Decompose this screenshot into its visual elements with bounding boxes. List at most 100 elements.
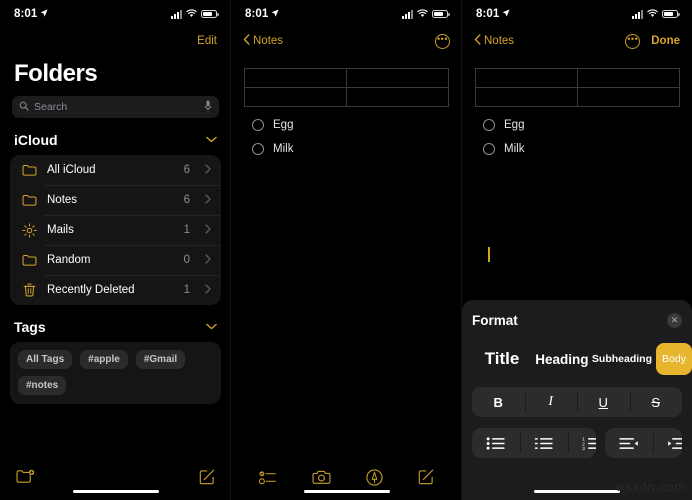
bold-button[interactable]: B	[472, 387, 525, 417]
style-heading-button[interactable]: Heading	[532, 343, 592, 375]
battery-icon	[432, 9, 450, 19]
sidebar-item-recently-deleted[interactable]: Recently Deleted 1	[10, 275, 221, 305]
style-body-button[interactable]: Body	[656, 343, 692, 375]
tags-section-header[interactable]: Tags	[0, 305, 231, 342]
note-table[interactable]	[244, 68, 449, 107]
new-folder-icon[interactable]	[16, 469, 35, 485]
sidebar-item-label: All iCloud	[47, 164, 96, 176]
tag-chip-all-tags[interactable]: All Tags	[18, 350, 73, 369]
status-bar: 8:01	[462, 0, 692, 28]
table-row[interactable]	[475, 87, 680, 107]
edit-button[interactable]: Edit	[197, 35, 217, 47]
list-item[interactable]: Milk	[244, 143, 449, 155]
markup-pen-icon[interactable]	[366, 468, 383, 486]
compose-note-icon[interactable]	[199, 469, 215, 485]
back-to-notes-button[interactable]: Notes	[243, 34, 283, 48]
status-bar: 8:01	[231, 0, 462, 28]
tag-chip-notes[interactable]: #notes	[18, 376, 67, 395]
outdent-icon[interactable]	[605, 428, 653, 458]
checklist-label: Milk	[504, 143, 525, 155]
table-cell[interactable]	[244, 87, 347, 107]
table-cell[interactable]	[475, 87, 578, 107]
tag-chip-gmail[interactable]: #Gmail	[135, 350, 186, 369]
numbered-list-icon[interactable]: 123	[568, 428, 596, 458]
svg-text:3: 3	[582, 446, 585, 450]
compose-note-icon[interactable]	[418, 469, 434, 485]
sidebar-item-count: 6	[183, 194, 190, 206]
checkbox-unchecked-icon[interactable]	[483, 119, 495, 131]
note-table[interactable]	[475, 68, 680, 107]
battery-icon	[201, 9, 219, 19]
tag-chip-apple[interactable]: #apple	[80, 350, 128, 369]
cellular-signal-icon	[632, 9, 643, 19]
note-editor-screen: 8:01 Notes ••• Done Egg Milk Format ✕ Ti…	[462, 0, 692, 500]
table-row[interactable]	[475, 68, 680, 88]
sidebar-item-random[interactable]: Random 0	[10, 245, 221, 275]
editor-content[interactable]: Egg Milk	[462, 54, 692, 262]
folder-icon	[22, 193, 37, 208]
folders-screen: 8:01 Edit Folders Search iCloud All iClo…	[0, 0, 231, 500]
sidebar-item-all-icloud[interactable]: All iCloud 6	[10, 155, 221, 185]
more-ellipsis-icon[interactable]: •••	[435, 33, 450, 49]
chevron-right-icon	[205, 283, 211, 297]
chevron-left-icon	[474, 34, 481, 48]
table-cell[interactable]	[244, 68, 347, 88]
note-content[interactable]: Egg Milk	[231, 54, 462, 155]
back-to-notes-button[interactable]: Notes	[474, 34, 514, 48]
format-sheet-header: Format ✕	[472, 309, 682, 331]
sidebar-item-notes[interactable]: Notes 6	[10, 185, 221, 215]
table-cell[interactable]	[346, 87, 449, 107]
close-icon[interactable]: ✕	[667, 312, 682, 328]
style-title-button[interactable]: Title	[472, 343, 532, 375]
icloud-folder-list: All iCloud 6 Notes 6 Mails 1 Random 0 Re…	[10, 155, 221, 305]
checklist-icon[interactable]	[258, 470, 277, 485]
underline-button[interactable]: U	[577, 387, 630, 417]
note-nav-bar: Notes •••	[231, 28, 462, 54]
search-input[interactable]: Search	[12, 96, 219, 118]
style-subheading-button[interactable]: Subheading	[592, 343, 652, 375]
battery-icon	[662, 9, 680, 19]
table-cell[interactable]	[577, 68, 680, 88]
sidebar-item-mails[interactable]: Mails 1	[10, 215, 221, 245]
strikethrough-button[interactable]: S	[629, 387, 683, 417]
gear-icon	[22, 222, 37, 238]
list-type-group: 123	[472, 428, 596, 458]
chevron-right-icon	[205, 193, 211, 207]
bulleted-list-icon[interactable]	[472, 428, 520, 458]
status-time: 8:01	[14, 8, 38, 20]
format-sheet: Format ✕ Title Heading Subheading Body B…	[462, 300, 692, 500]
table-row[interactable]	[244, 68, 449, 88]
chevron-down-icon[interactable]	[206, 322, 217, 333]
search-icon	[19, 98, 29, 116]
list-item[interactable]: Egg	[244, 119, 449, 131]
table-cell[interactable]	[475, 68, 578, 88]
checkbox-unchecked-icon[interactable]	[252, 119, 264, 131]
home-indicator	[303, 489, 390, 493]
italic-button[interactable]: I	[524, 387, 578, 417]
list-item[interactable]: Milk	[475, 143, 679, 155]
camera-icon[interactable]	[312, 470, 331, 485]
chevron-down-icon[interactable]	[206, 135, 217, 146]
folder-icon	[22, 253, 37, 268]
paragraph-style-row: Title Heading Subheading Body	[472, 343, 692, 375]
back-label: Notes	[484, 35, 515, 47]
indent-group	[604, 428, 682, 458]
tags-section-title: Tags	[14, 319, 46, 335]
checkbox-unchecked-icon[interactable]	[483, 143, 495, 155]
list-format-row: 123	[472, 428, 682, 458]
microphone-icon[interactable]	[204, 98, 212, 116]
icloud-section-header[interactable]: iCloud	[0, 118, 231, 155]
list-item[interactable]: Egg	[475, 119, 679, 131]
dashed-list-icon[interactable]	[520, 428, 568, 458]
more-ellipsis-icon[interactable]: •••	[625, 33, 641, 49]
done-button[interactable]: Done	[651, 35, 680, 47]
table-cell[interactable]	[577, 87, 680, 107]
table-row[interactable]	[244, 87, 449, 107]
status-time-group: 8:01	[476, 8, 511, 20]
text-style-row: B I U S	[472, 387, 682, 417]
table-cell[interactable]	[346, 68, 449, 88]
checkbox-unchecked-icon[interactable]	[252, 143, 264, 155]
chevron-right-icon	[205, 163, 211, 177]
trash-icon	[22, 283, 37, 298]
indent-icon[interactable]	[652, 428, 682, 458]
